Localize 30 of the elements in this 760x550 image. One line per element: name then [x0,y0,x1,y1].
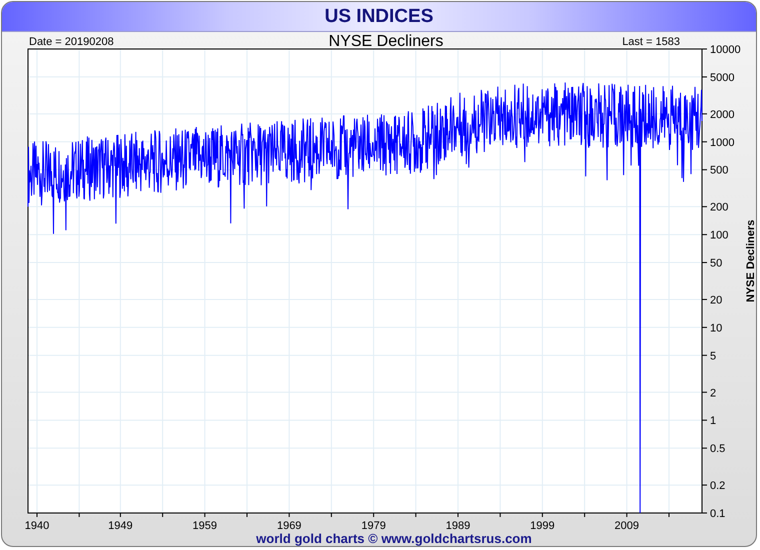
x-tick-label: 1940 [24,520,50,530]
y-tick-label: 0.5 [710,443,726,456]
y-tick-label: 200 [710,202,728,214]
date-label: Date = 20190208 [29,36,114,48]
y-tick-label: 2 [710,387,716,400]
y-tick-label: 2000 [710,108,734,121]
y-axis-label: NYSE Decliners [745,220,757,302]
y-tick-label: 0.2 [710,480,726,492]
footer-credit: world gold charts © www.goldchartsrus.com [256,530,532,547]
x-tick-label: 1959 [192,520,218,530]
y-tick-label: 10 [710,322,722,334]
page-title: US INDICES [324,6,434,28]
x-tick-label: 1999 [530,520,555,530]
y-tick-label: 0.1 [710,508,726,520]
y-tick-label: 500 [710,164,728,177]
chart-title: NYSE Decliners [328,33,444,50]
x-tick-label: 1969 [276,520,302,530]
y-tick-label: 100 [710,230,728,242]
last-value-label: Last = 1583 [622,36,680,48]
x-tick-label: 1979 [361,520,386,530]
y-tick-label: 1000 [710,136,734,149]
y-tick-label: 1 [710,415,716,428]
x-tick-label: 1949 [108,520,133,530]
y-tick-label: 5000 [710,72,734,84]
y-tick-label: 10000 [710,44,741,56]
y-tick-label: 50 [710,258,722,270]
y-tick-label: 5 [710,350,716,362]
x-tick-label: 2009 [614,520,640,530]
y-tick-label: 20 [710,294,722,306]
x-tick-label: 1989 [446,520,470,530]
